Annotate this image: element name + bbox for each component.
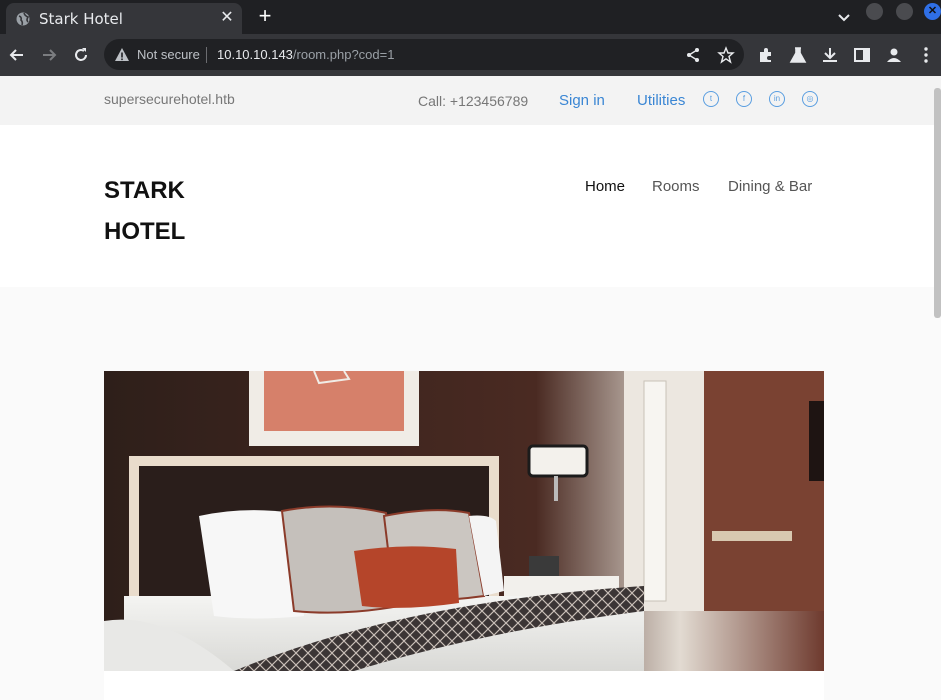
new-tab-icon[interactable]: +	[254, 4, 276, 28]
labs-flask-icon[interactable]	[788, 45, 808, 65]
url-host: 10.10.10.143	[217, 47, 293, 62]
nav-dining-bar[interactable]: Dining & Bar	[728, 178, 812, 195]
window-close-button[interactable]	[924, 3, 941, 20]
extensions-puzzle-icon[interactable]	[756, 45, 776, 65]
forward-arrow-icon[interactable]	[39, 45, 59, 65]
brand-line-2: HOTEL	[104, 218, 186, 245]
tab-title: Stark Hotel	[39, 10, 123, 28]
security-status[interactable]: Not secure	[137, 47, 200, 62]
browser-tab[interactable]: Stark Hotel ✕	[6, 3, 242, 34]
site-domain: supersecurehotel.htb	[104, 91, 235, 107]
url-text[interactable]: 10.10.10.143/room.php?cod=1	[217, 47, 394, 62]
minimize-button[interactable]	[866, 3, 883, 20]
bookmark-star-icon[interactable]	[717, 46, 735, 64]
warning-icon[interactable]	[114, 47, 130, 63]
content-card	[104, 671, 824, 700]
chevron-down-icon[interactable]	[834, 7, 854, 27]
reload-icon[interactable]	[71, 45, 91, 65]
site-logo[interactable]: STARK HOTEL	[104, 170, 224, 252]
nav-home[interactable]: Home	[585, 178, 625, 195]
page-scrollbar[interactable]	[934, 88, 941, 318]
facebook-icon[interactable]: f	[736, 91, 752, 107]
side-panel-icon[interactable]	[852, 45, 872, 65]
nav-rooms[interactable]: Rooms	[652, 178, 700, 195]
hotel-room-photo	[104, 371, 824, 671]
linkedin-icon[interactable]: in	[769, 91, 785, 107]
tab-close-icon[interactable]: ✕	[219, 10, 235, 26]
tab-strip: Stark Hotel ✕ +	[0, 0, 941, 34]
sign-in-link[interactable]: Sign in	[559, 92, 605, 109]
address-bar[interactable]: Not secure 10.10.10.143/room.php?cod=1	[104, 39, 744, 70]
utilities-link[interactable]: Utilities	[637, 92, 685, 109]
profile-icon[interactable]	[884, 45, 904, 65]
web-page: supersecurehotel.htb Call: +123456789 Si…	[0, 76, 941, 700]
maximize-button[interactable]	[896, 3, 913, 20]
dribbble-icon[interactable]: ◎	[802, 91, 818, 107]
divider	[206, 47, 207, 63]
back-arrow-icon[interactable]	[7, 45, 27, 65]
share-icon[interactable]	[684, 46, 702, 64]
browser-toolbar: Not secure 10.10.10.143/room.php?cod=1	[0, 34, 941, 76]
twitter-icon[interactable]: t	[703, 91, 719, 107]
brand-line-1: STARK	[104, 177, 185, 204]
site-header: STARK HOTEL Home Rooms Dining & Bar	[0, 125, 941, 287]
phone-number: Call: +123456789	[418, 93, 529, 109]
top-info-bar: supersecurehotel.htb Call: +123456789 Si…	[0, 76, 941, 125]
download-icon[interactable]	[820, 45, 840, 65]
url-path: /room.php?cod=1	[292, 47, 395, 62]
globe-icon	[16, 12, 30, 26]
more-menu-icon[interactable]	[916, 45, 936, 65]
